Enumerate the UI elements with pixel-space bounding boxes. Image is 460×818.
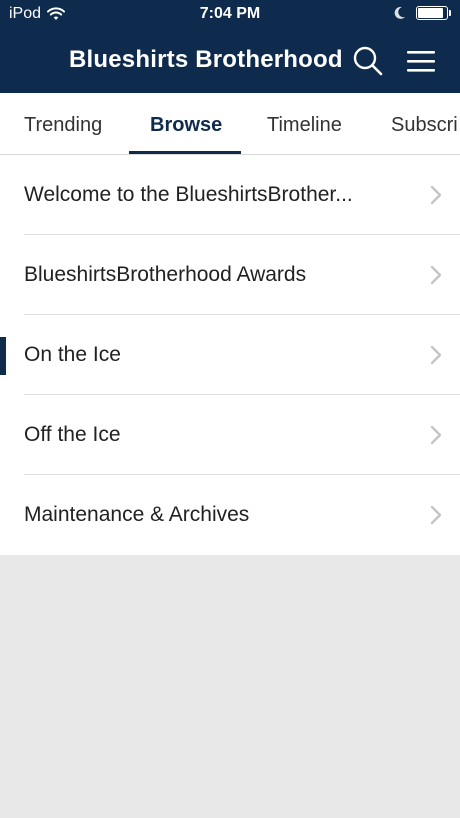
- forum-item-off-the-ice[interactable]: Off the Ice: [0, 395, 460, 475]
- forum-item-label: BlueshirtsBrotherhood Awards: [24, 263, 307, 286]
- forum-item-on-the-ice[interactable]: On the Ice: [0, 315, 460, 395]
- chevron-right-icon: [430, 505, 442, 525]
- status-time: 7:04 PM: [199, 5, 261, 22]
- forum-item-awards[interactable]: BlueshirtsBrotherhood Awards: [0, 235, 460, 315]
- status-right: [394, 6, 451, 20]
- tab-bar: Trending Browse Timeline Subscri: [0, 93, 460, 155]
- empty-content-area: [0, 555, 460, 815]
- selected-item-marker: [0, 337, 6, 375]
- tab-timeline[interactable]: Timeline: [267, 114, 342, 137]
- nav-bar: Blueshirts Brotherhood: [0, 30, 460, 93]
- status-bar: iPod 7:04 PM: [0, 0, 460, 30]
- tab-subscriptions[interactable]: Subscri: [391, 114, 458, 137]
- battery-level: [418, 8, 443, 18]
- hamburger-menu-icon: [407, 51, 435, 72]
- forum-item-welcome[interactable]: Welcome to the BlueshirtsBrother...: [0, 155, 460, 235]
- forum-item-label: Maintenance & Archives: [24, 503, 250, 526]
- chevron-right-icon: [430, 185, 442, 205]
- battery-icon: [416, 6, 451, 20]
- forum-item-label: On the Ice: [24, 343, 121, 366]
- chevron-right-icon: [430, 265, 442, 285]
- page-title: Blueshirts Brotherhood: [69, 46, 343, 73]
- forum-item-maintenance-archives[interactable]: Maintenance & Archives: [0, 475, 460, 555]
- chevron-right-icon: [430, 345, 442, 365]
- menu-button[interactable]: [405, 47, 437, 75]
- forum-list: Welcome to the BlueshirtsBrother... Blue…: [0, 155, 460, 555]
- moon-icon: [394, 6, 405, 19]
- app-header: iPod 7:04 PM Blueshirts Brotherhood: [0, 0, 460, 93]
- forum-item-label: Welcome to the BlueshirtsBrother...: [24, 183, 353, 206]
- tab-trending[interactable]: Trending: [24, 114, 102, 137]
- forum-item-label: Off the Ice: [24, 423, 121, 446]
- active-tab-indicator: [129, 151, 241, 154]
- tab-browse[interactable]: Browse: [150, 114, 222, 137]
- search-icon: [353, 46, 383, 76]
- search-button[interactable]: [351, 44, 385, 78]
- chevron-right-icon: [430, 425, 442, 445]
